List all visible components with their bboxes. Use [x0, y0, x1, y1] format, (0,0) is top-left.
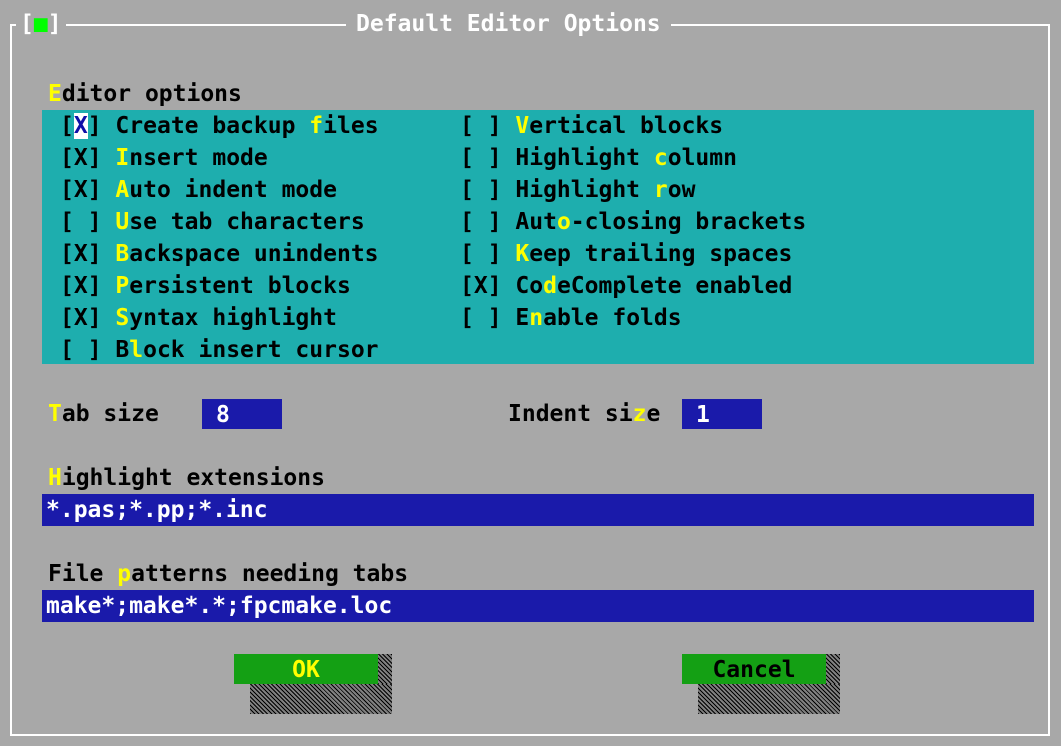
tab-size-label[interactable]: Tab size: [48, 398, 173, 430]
checkbox-box: [ ]: [460, 145, 502, 171]
checkbox-box: [ ]: [60, 209, 102, 235]
highlight-extensions-input[interactable]: *.pas;*.pp;*.inc: [42, 494, 1034, 526]
cancel-button-shadow-bottom: [698, 684, 840, 714]
close-icon: ■: [33, 11, 48, 37]
checkbox-box: [X]: [60, 145, 102, 171]
checkbox-backspace-unindents[interactable]: [X] Backspace unindents: [60, 238, 379, 270]
checkbox-box: [X]: [60, 305, 102, 331]
indent-size-label[interactable]: Indent size: [508, 398, 660, 430]
heading-rest: ditor options: [61, 81, 242, 107]
file-patterns-input[interactable]: make*;make*.*;fpcmake.loc: [42, 590, 1034, 622]
checkbox-auto-indent-mode[interactable]: [X] Auto indent mode: [60, 174, 337, 206]
checkbox-insert-mode[interactable]: [X] Insert mode: [60, 142, 268, 174]
checkbox-persistent-blocks[interactable]: [X] Persistent blocks: [60, 270, 351, 302]
editor-options-dialog: [■] Default Editor Options Editor option…: [0, 0, 1061, 746]
checkbox-highlight-row[interactable]: [ ] Highlight row: [460, 174, 695, 206]
checkbox-box: [X]: [60, 241, 102, 267]
checkbox-box: [ ]: [460, 177, 502, 203]
checkbox-box: [ ]: [460, 305, 502, 331]
file-patterns-label[interactable]: File patterns needing tabs: [48, 558, 408, 590]
ok-button-shadow-bottom: [250, 684, 392, 714]
checkbox-vertical-blocks[interactable]: [ ] Vertical blocks: [460, 110, 723, 142]
heading-hotkey: E: [48, 81, 62, 107]
checkbox-create-backup-files[interactable]: [X] Create backup files: [60, 110, 379, 142]
checkbox-codecomplete-enabled[interactable]: [X] CodeComplete enabled: [460, 270, 792, 302]
close-bracket-right: ]: [47, 11, 62, 37]
checkbox-syntax-highlight[interactable]: [X] Syntax highlight: [60, 302, 337, 334]
indent-size-input[interactable]: 1: [682, 399, 762, 429]
cancel-button-shadow: [826, 654, 840, 684]
checkbox-box: [X]: [460, 273, 502, 299]
checkbox-box: [ ]: [460, 241, 502, 267]
tab-size-input[interactable]: 8: [202, 399, 282, 429]
dialog-title: Default Editor Options: [346, 8, 671, 40]
highlight-extensions-label[interactable]: Highlight extensions: [48, 462, 325, 494]
ok-button[interactable]: OK: [234, 654, 378, 684]
checkbox-box: [ ]: [460, 113, 502, 139]
checkbox-keep-trailing-spaces[interactable]: [ ] Keep trailing spaces: [460, 238, 792, 270]
checkbox-block-insert-cursor[interactable]: [ ] Block insert cursor: [60, 334, 379, 366]
ok-button-shadow: [378, 654, 392, 684]
checkbox-auto-closing-brackets[interactable]: [ ] Auto-closing brackets: [460, 206, 806, 238]
close-button[interactable]: [■]: [16, 8, 66, 40]
checkbox-box: [ ]: [60, 337, 102, 363]
checkbox-box: [X]: [60, 177, 102, 203]
cancel-button[interactable]: Cancel: [682, 654, 826, 684]
editor-options-heading[interactable]: Editor options: [48, 78, 242, 110]
checkbox-enable-folds[interactable]: [ ] Enable folds: [460, 302, 682, 334]
checkbox-box: [ ]: [460, 209, 502, 235]
checkbox-use-tab-characters[interactable]: [ ] Use tab characters: [60, 206, 365, 238]
close-bracket-left: [: [20, 11, 34, 37]
checkbox-box: [X]: [60, 113, 102, 139]
checkbox-highlight-column[interactable]: [ ] Highlight column: [460, 142, 737, 174]
checkbox-box: [X]: [60, 273, 102, 299]
